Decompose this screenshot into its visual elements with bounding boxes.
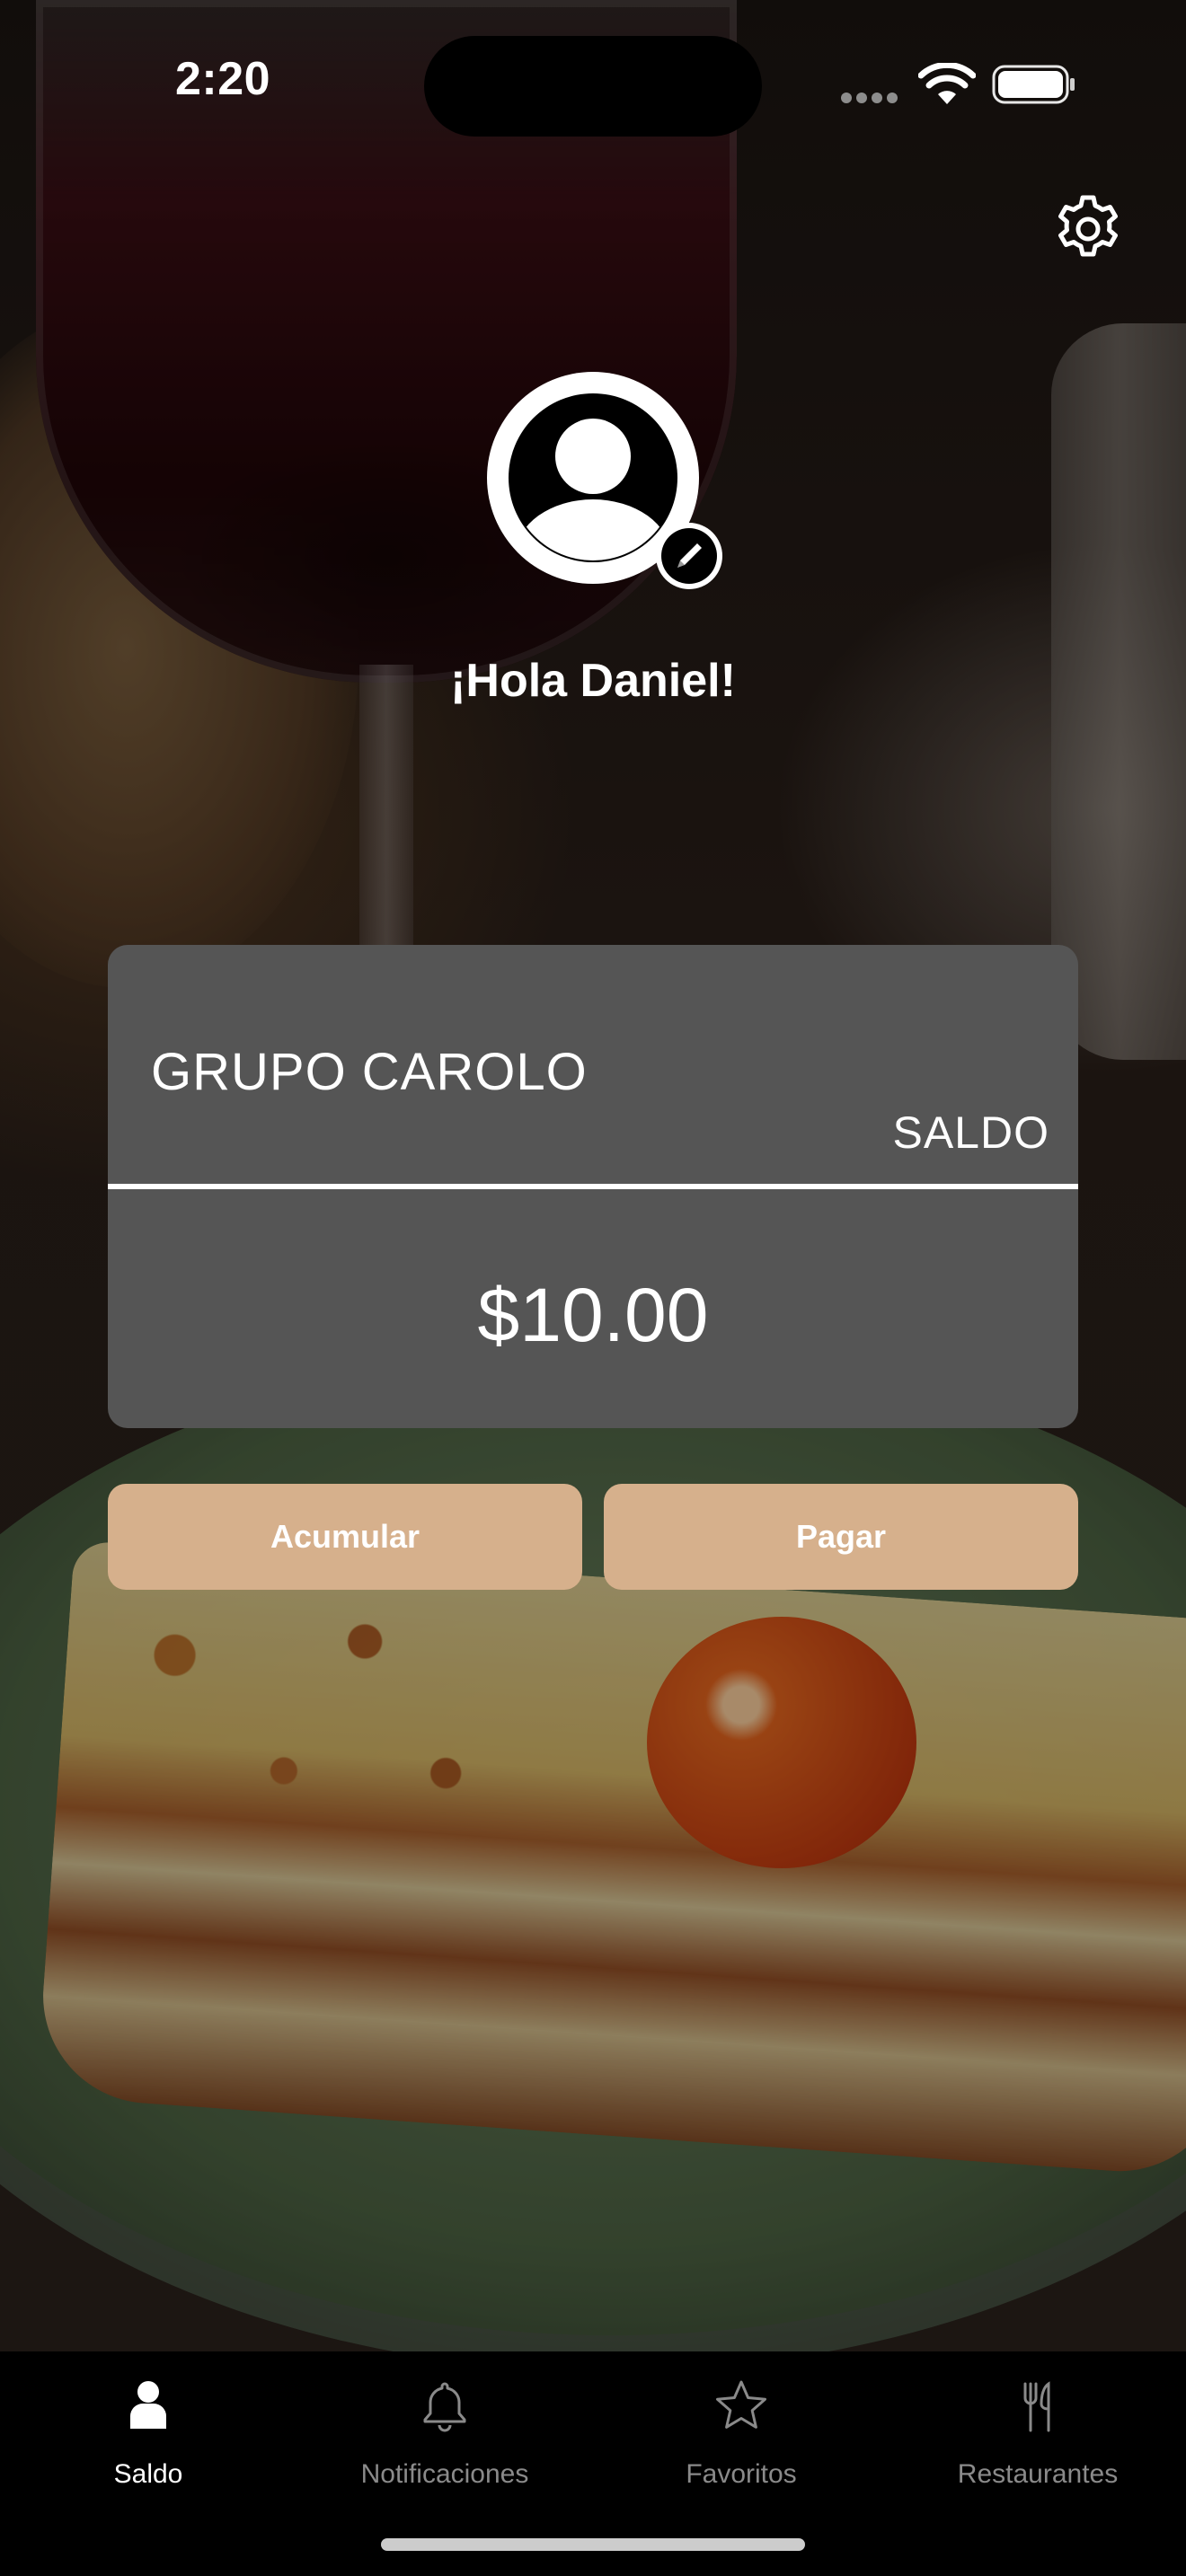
status-bar: 2:20 (0, 0, 1186, 171)
balance-label: SALDO (892, 1107, 1049, 1158)
card-divider (108, 1184, 1078, 1189)
wifi-icon (918, 63, 976, 104)
dynamic-island (424, 36, 762, 137)
pay-button[interactable]: Pagar (604, 1484, 1078, 1590)
balance-amount: $10.00 (477, 1273, 709, 1357)
edit-avatar-button[interactable] (656, 523, 722, 589)
status-time: 2:20 (175, 53, 271, 105)
tab-label: Restaurantes (957, 2459, 1119, 2489)
tab-label: Notificaciones (360, 2459, 529, 2489)
pencil-icon (661, 528, 717, 584)
tab-label: Favoritos (686, 2459, 797, 2489)
tab-restaurantes[interactable]: Restaurantes (890, 2351, 1186, 2531)
tab-label: Saldo (113, 2459, 183, 2489)
balance-card: GRUPO CAROLO SALDO $10.00 (108, 945, 1078, 1428)
fork-knife-icon (1023, 2381, 1050, 2432)
settings-gear-icon[interactable] (1051, 192, 1125, 266)
accumulate-button[interactable]: Acumular (108, 1484, 582, 1590)
battery-icon (992, 65, 1075, 104)
cellular-signal-icon (841, 92, 904, 104)
greeting-text: ¡Hola Daniel! (450, 655, 736, 707)
bell-icon (423, 2382, 466, 2432)
tab-favoritos[interactable]: Favoritos (593, 2351, 890, 2531)
star-icon (716, 2380, 766, 2429)
person-icon (130, 2381, 166, 2429)
screen: 2:20 ¡Hola Daniel! GRUPO CAROLO SALDO $1… (0, 0, 1186, 2576)
tab-saldo[interactable]: Saldo (0, 2351, 296, 2531)
tab-notificaciones[interactable]: Notificaciones (296, 2351, 593, 2531)
company-name: GRUPO CAROLO (151, 1043, 588, 1101)
home-indicator (381, 2538, 805, 2551)
